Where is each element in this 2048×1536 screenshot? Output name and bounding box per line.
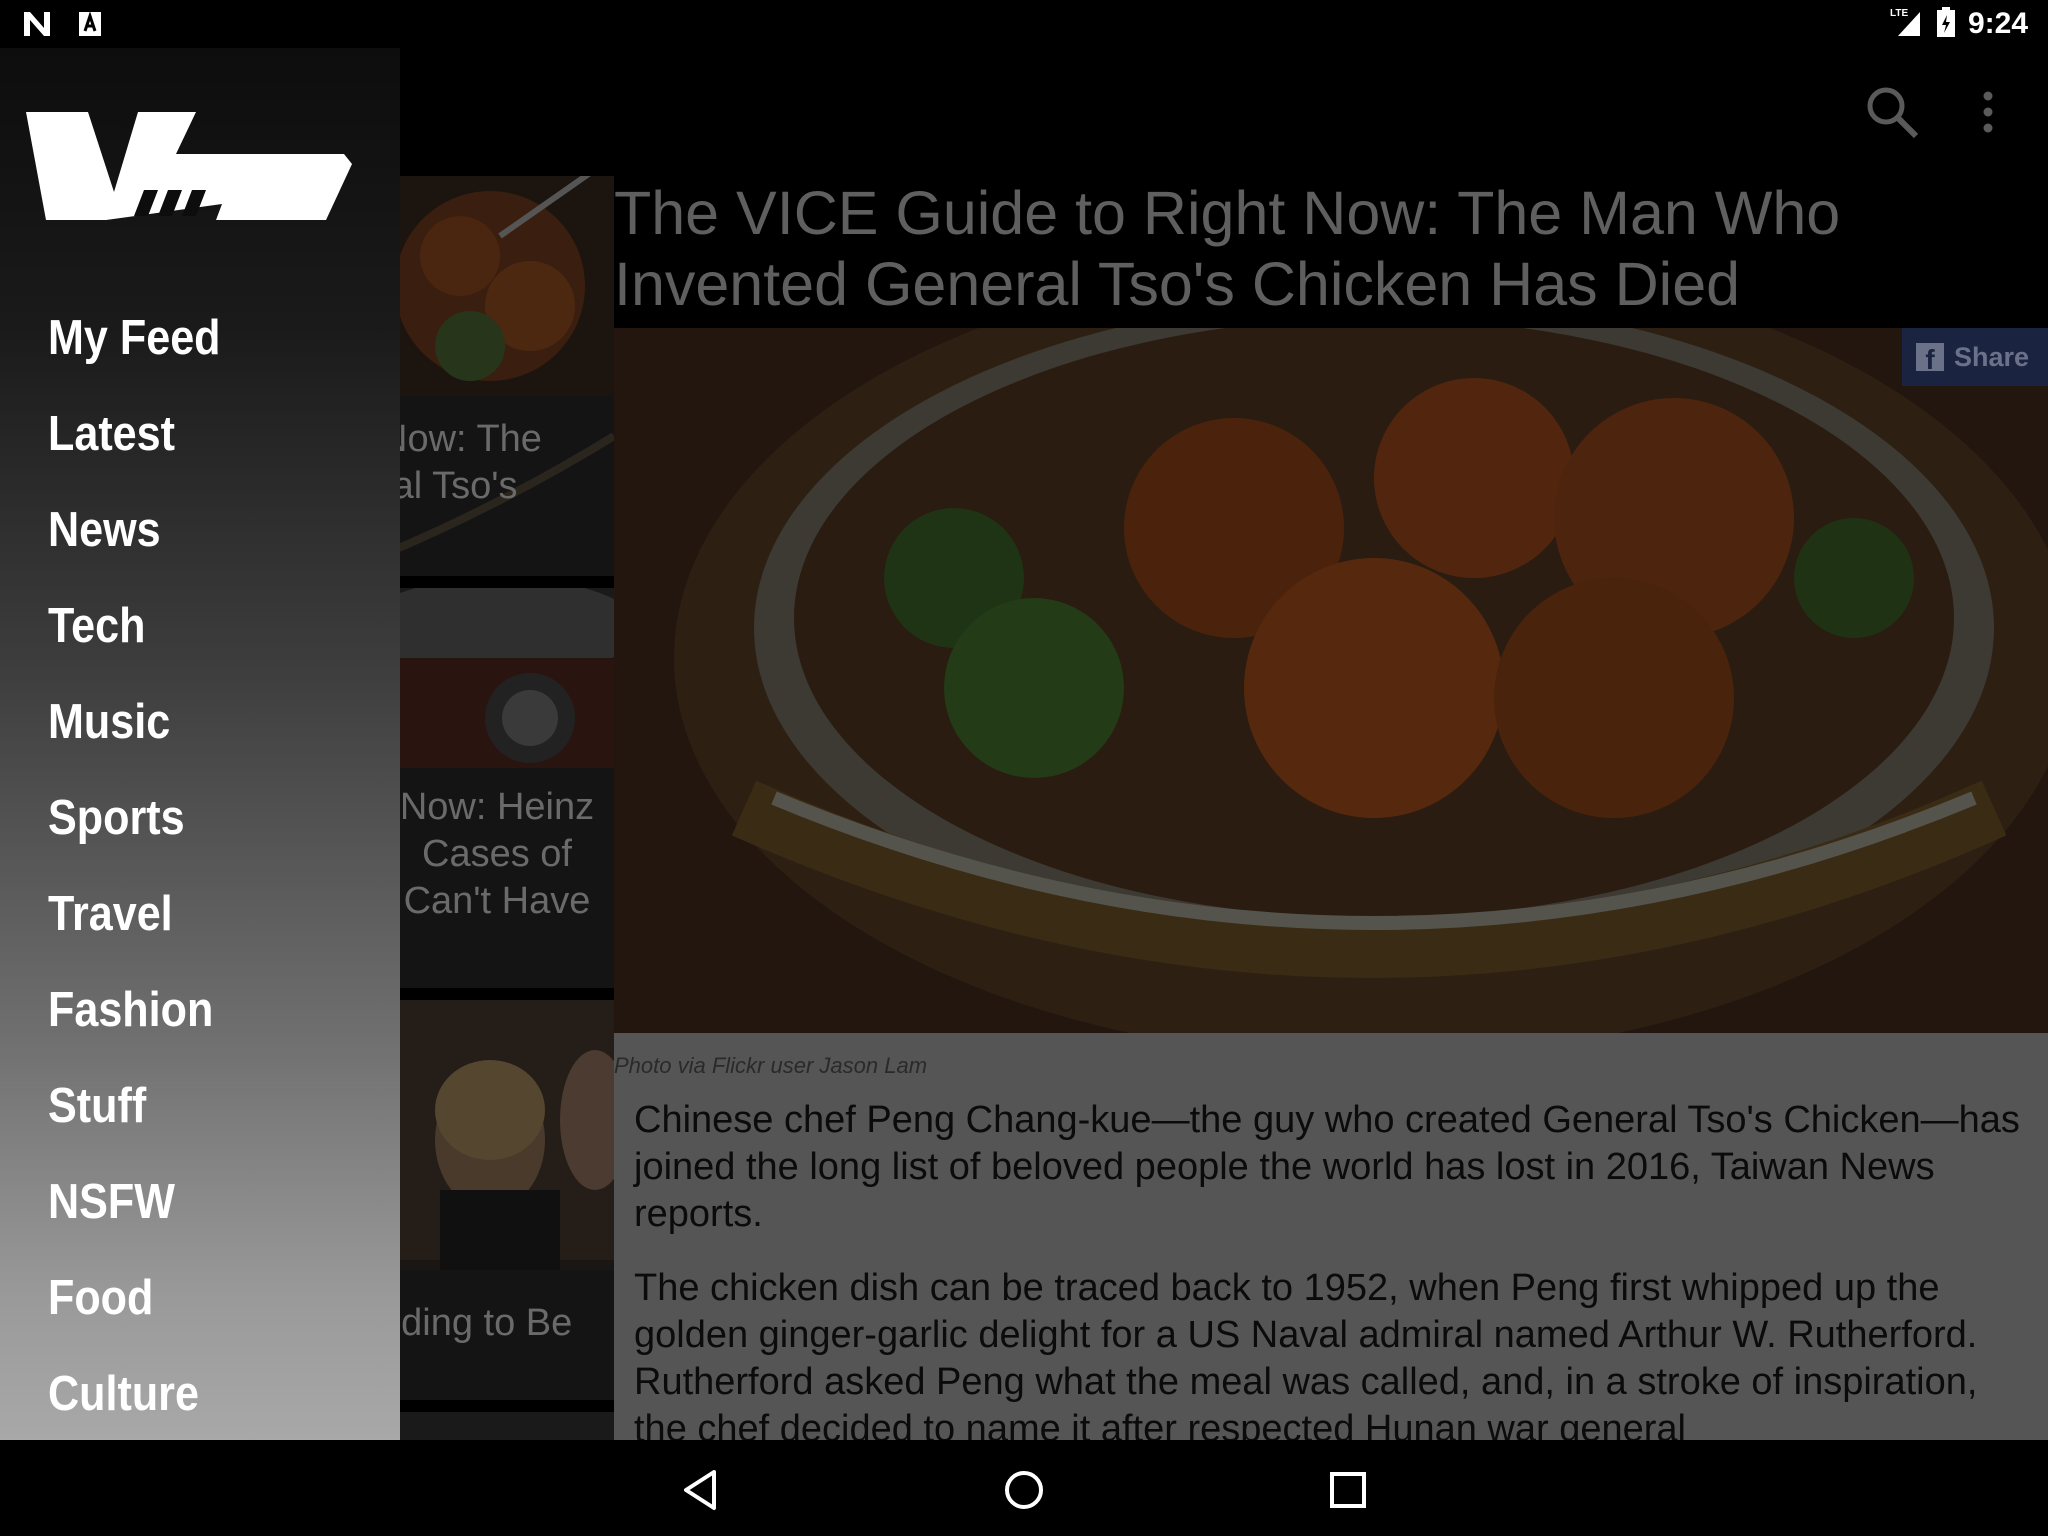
- drawer-item-stuff[interactable]: Stuff: [48, 1076, 146, 1136]
- photo-caption: Photo via Flickr user Jason Lam: [614, 1053, 928, 1078]
- system-nav-bar: [0, 1440, 2048, 1536]
- clock: 9:24: [1967, 7, 2028, 40]
- list-item-title: nding to Be: [380, 1302, 573, 1344]
- food-photo: [614, 328, 2048, 1033]
- drawer-item-culture[interactable]: Culture: [48, 1364, 199, 1424]
- drawer-item-travel[interactable]: Travel: [48, 884, 173, 944]
- drawer-item-my-feed[interactable]: My Feed: [48, 308, 221, 368]
- more-vert-icon[interactable]: [1958, 82, 2018, 142]
- article-paragraph: The chicken dish can be traced back to 1…: [634, 1267, 1978, 1440]
- list-item[interactable]: nding to Be: [380, 1000, 614, 1400]
- lte-signal-icon: LTE: [1890, 6, 1924, 42]
- facebook-icon: f: [1916, 343, 1944, 375]
- list-item-title: Now: Heinz Cases of Can't Have: [399, 786, 595, 922]
- svg-text:LTE: LTE: [1890, 8, 1908, 19]
- recents-icon[interactable]: [1318, 1460, 1378, 1520]
- drawer-item-tech[interactable]: Tech: [48, 596, 145, 656]
- drawer-item-nsfw[interactable]: NSFW: [48, 1172, 175, 1232]
- article-body: Photo via Flickr user Jason Lam Chinese …: [614, 1033, 2048, 1440]
- drawer-item-latest[interactable]: Latest: [48, 404, 175, 464]
- list-item-title: Now: The ral Tso's: [380, 418, 542, 507]
- article-thumbnail: [380, 176, 614, 576]
- status-bar: LTE 9:24: [0, 0, 2048, 48]
- drawer-item-music[interactable]: Music: [48, 692, 170, 752]
- article-title: The VICE Guide to Right Now: The Man Who…: [614, 179, 1841, 318]
- navigation-drawer: My Feed Latest News Tech Music Sports Tr…: [0, 48, 400, 1440]
- drawer-item-fashion[interactable]: Fashion: [48, 980, 213, 1040]
- article-paragraph: Chinese chef Peng Chang-kue—the guy who …: [634, 1099, 2020, 1235]
- battery-icon: [1936, 6, 1956, 42]
- a-app-icon: [78, 11, 102, 41]
- article-hero-image: f Share: [614, 328, 2048, 1033]
- facebook-share-button[interactable]: f Share: [1902, 328, 2048, 386]
- drawer-item-sports[interactable]: Sports: [48, 788, 185, 848]
- n-app-icon: [22, 10, 52, 42]
- share-label: Share: [1954, 341, 2030, 372]
- article-list: Now: The ral Tso's Now: Heinz Cases of C…: [380, 176, 614, 1440]
- drawer-item-news[interactable]: News: [48, 500, 161, 560]
- search-icon[interactable]: [1862, 82, 1922, 142]
- list-item[interactable]: [380, 1412, 614, 1440]
- home-icon[interactable]: [994, 1460, 1054, 1520]
- back-icon[interactable]: [672, 1460, 732, 1520]
- drawer-item-food[interactable]: Food: [48, 1268, 153, 1328]
- vice-logo: [26, 104, 352, 228]
- list-item[interactable]: Now: The ral Tso's: [380, 176, 614, 576]
- list-item[interactable]: Now: Heinz Cases of Can't Have: [380, 588, 614, 988]
